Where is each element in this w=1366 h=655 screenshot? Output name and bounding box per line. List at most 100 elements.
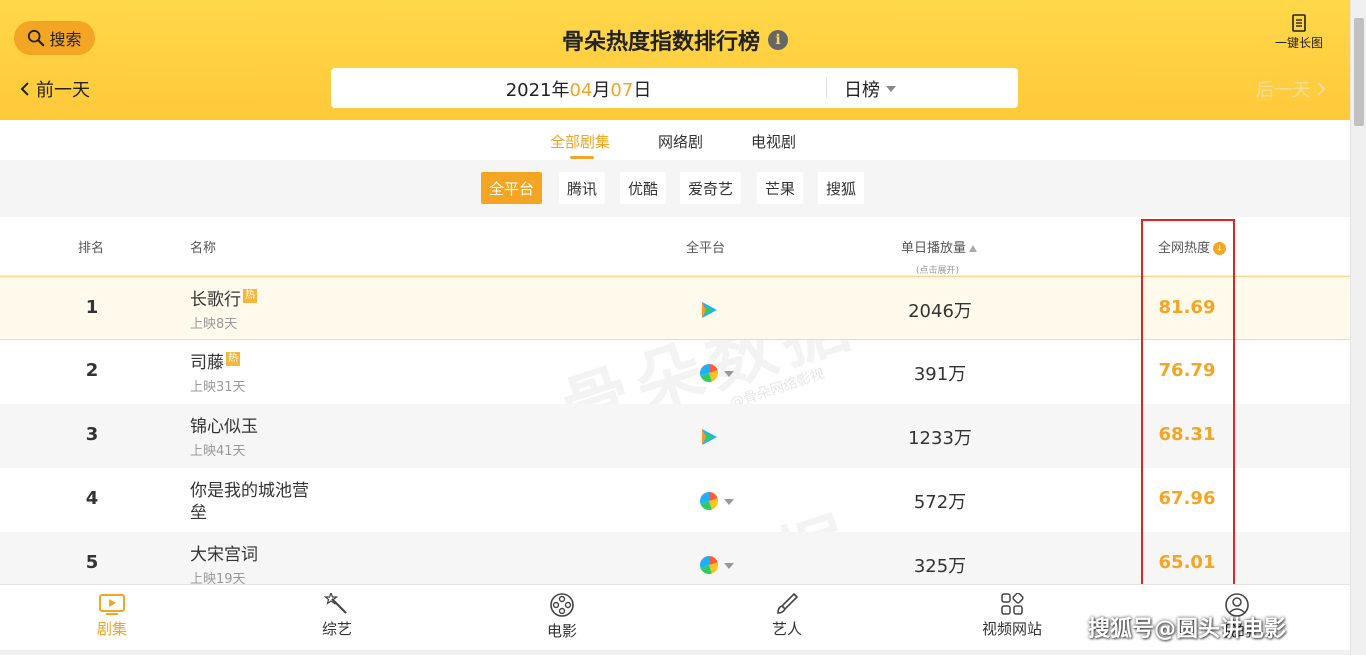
nav-artist-label: 艺人 <box>771 620 802 638</box>
divider <box>826 78 827 98</box>
sort-up-icon <box>969 245 978 252</box>
date-year: 2021 <box>505 80 552 101</box>
row-name[interactable]: 大宋宫词 <box>190 544 320 566</box>
table-row[interactable]: 3 锦心似玉 上映41天 1233万 68.31 <box>0 404 1350 468</box>
row-days: 上映31天 <box>190 380 246 395</box>
tv-play-icon <box>99 594 125 615</box>
header-platform: 全平台 <box>686 241 726 256</box>
table-header: 排名 名称 全平台 单日播放量 (点击展开) 全网热度 ↓ <box>0 217 1350 276</box>
nav-series[interactable]: 剧集 <box>52 593 172 639</box>
table-row[interactable]: 4 你是我的城池营垒 572万 67.96 <box>0 468 1350 532</box>
nav-artist[interactable]: 艺人 <box>727 593 847 639</box>
row-heat: 65.01 <box>1158 552 1216 573</box>
long-image-label: 一键长图 <box>1274 36 1323 50</box>
tencent-video-icon <box>702 429 717 445</box>
tab-web-series[interactable]: 网络剧 <box>658 131 703 152</box>
hot-badge: 热 <box>243 289 257 303</box>
platform-sohu[interactable]: 搜狐 <box>818 172 865 204</box>
row-heat: 67.96 <box>1158 488 1216 509</box>
row-views: 1233万 <box>908 428 972 449</box>
hot-badge: 热 <box>226 352 240 366</box>
bottom-nav: 剧集 综艺 电影 艺人 视频网站 我的 搜狐号@圆头讲电影 <box>0 584 1350 650</box>
nav-series-label: 剧集 <box>96 620 127 638</box>
long-image-button[interactable]: 一键长图 <box>1268 14 1330 51</box>
row-name[interactable]: 锦心似玉 <box>190 416 320 438</box>
row-rank: 2 <box>85 360 99 381</box>
row-heat: 76.79 <box>1158 360 1216 381</box>
page-title: 骨朵热度指数排行榜 i <box>0 24 1350 56</box>
header-heat-label: 全网热度 <box>1158 241 1211 256</box>
header-views-hint[interactable]: (点击展开) <box>916 263 959 276</box>
date-day-unit: 日 <box>633 80 652 101</box>
row-views: 391万 <box>913 364 967 385</box>
caret-down-icon <box>886 86 896 92</box>
prev-day-button[interactable]: 前一天 <box>20 76 90 102</box>
row-views: 2046万 <box>908 301 972 322</box>
nav-video-sites-label: 视频网站 <box>981 620 1042 638</box>
row-rank: 5 <box>85 552 99 573</box>
row-name-text: 你是我的城池营垒 <box>190 481 309 523</box>
tab-all-series[interactable]: 全部剧集 <box>550 131 610 152</box>
scroll-thumb[interactable] <box>1354 18 1364 126</box>
nav-movie[interactable]: 电影 <box>502 593 622 641</box>
nav-video-sites[interactable]: 视频网站 <box>952 593 1072 639</box>
tab-tv-series[interactable]: 电视剧 <box>751 131 796 152</box>
title-text: 骨朵热度指数排行榜 <box>561 30 760 55</box>
row-heat: 81.69 <box>1158 297 1216 318</box>
nav-movie-label: 电影 <box>546 622 577 640</box>
sort-desc-icon: ↓ <box>1213 242 1227 255</box>
platform-mango[interactable]: 芒果 <box>757 172 804 204</box>
date-month-unit: 月 <box>592 80 611 101</box>
credit-overlay: 搜狐号@圆头讲电影 <box>1088 617 1287 642</box>
chevron-right-icon <box>1317 82 1326 96</box>
date-day: 07 <box>610 80 634 101</box>
apps-grid-icon <box>1001 593 1024 615</box>
row-days: 上映41天 <box>190 444 246 459</box>
info-icon[interactable]: i <box>768 30 788 50</box>
magic-wand-icon <box>324 593 347 614</box>
platform-iqiyi[interactable]: 爱奇艺 <box>680 172 742 204</box>
row-days: 上映8天 <box>190 317 238 332</box>
platform-youku[interactable]: 优酷 <box>620 172 667 204</box>
bottom-strip <box>0 650 1350 655</box>
platform-tencent[interactable]: 腾讯 <box>559 172 606 204</box>
row-name[interactable]: 长歌行热 <box>190 289 320 311</box>
expand-caret-icon[interactable] <box>724 371 734 377</box>
nav-variety[interactable]: 综艺 <box>277 593 397 639</box>
multi-platform-icon[interactable] <box>700 364 718 382</box>
row-name[interactable]: 司藤热 <box>190 352 320 374</box>
header-rank: 排名 <box>78 241 105 256</box>
table-row[interactable]: 1 长歌行热 上映8天 2046万 81.69 <box>0 276 1350 340</box>
row-heat: 68.31 <box>1158 424 1216 445</box>
date-month: 04 <box>569 80 593 101</box>
multi-platform-icon[interactable] <box>700 492 718 510</box>
expand-caret-icon[interactable] <box>724 563 734 569</box>
row-rank: 1 <box>85 297 99 318</box>
row-views: 572万 <box>913 492 967 513</box>
table-row[interactable]: 2 司藤热 上映31天 391万 76.79 <box>0 340 1350 404</box>
row-name[interactable]: 你是我的城池营垒 <box>190 480 312 524</box>
platform-filter: 全平台 腾讯 优酷 爱奇艺 芒果 搜狐 <box>0 160 1350 217</box>
multi-platform-icon[interactable] <box>700 556 718 574</box>
next-day-label: 后一天 <box>1256 80 1310 101</box>
nav-variety-label: 综艺 <box>321 620 352 638</box>
platform-all[interactable]: 全平台 <box>481 172 543 204</box>
brush-icon <box>777 593 799 614</box>
date-selector[interactable]: 2021年04月07日 日榜 <box>331 68 1018 108</box>
active-tab-indicator <box>570 156 594 159</box>
row-rank: 3 <box>85 424 99 445</box>
document-icon <box>1292 14 1306 32</box>
date-year-unit: 年 <box>551 80 570 101</box>
category-tabs: 全部剧集 网络剧 电视剧 <box>0 120 1350 160</box>
header-heat[interactable]: 全网热度 ↓ <box>1158 237 1227 256</box>
prev-day-label: 前一天 <box>36 80 90 101</box>
date-display[interactable]: 2021年04月07日 <box>331 76 826 102</box>
next-day-button[interactable]: 后一天 <box>1256 76 1326 102</box>
row-name-text: 锦心似玉 <box>190 417 258 437</box>
page: 搜索 骨朵热度指数排行榜 i 一键长图 前一天 2021年04月07日 日榜 后… <box>0 0 1366 655</box>
vertical-scrollbar[interactable] <box>1350 0 1366 655</box>
period-dropdown[interactable]: 日榜 <box>844 76 896 102</box>
header-views-label: 单日播放量 <box>901 241 967 256</box>
expand-caret-icon[interactable] <box>724 499 734 505</box>
header-views[interactable]: 单日播放量 <box>901 237 978 256</box>
